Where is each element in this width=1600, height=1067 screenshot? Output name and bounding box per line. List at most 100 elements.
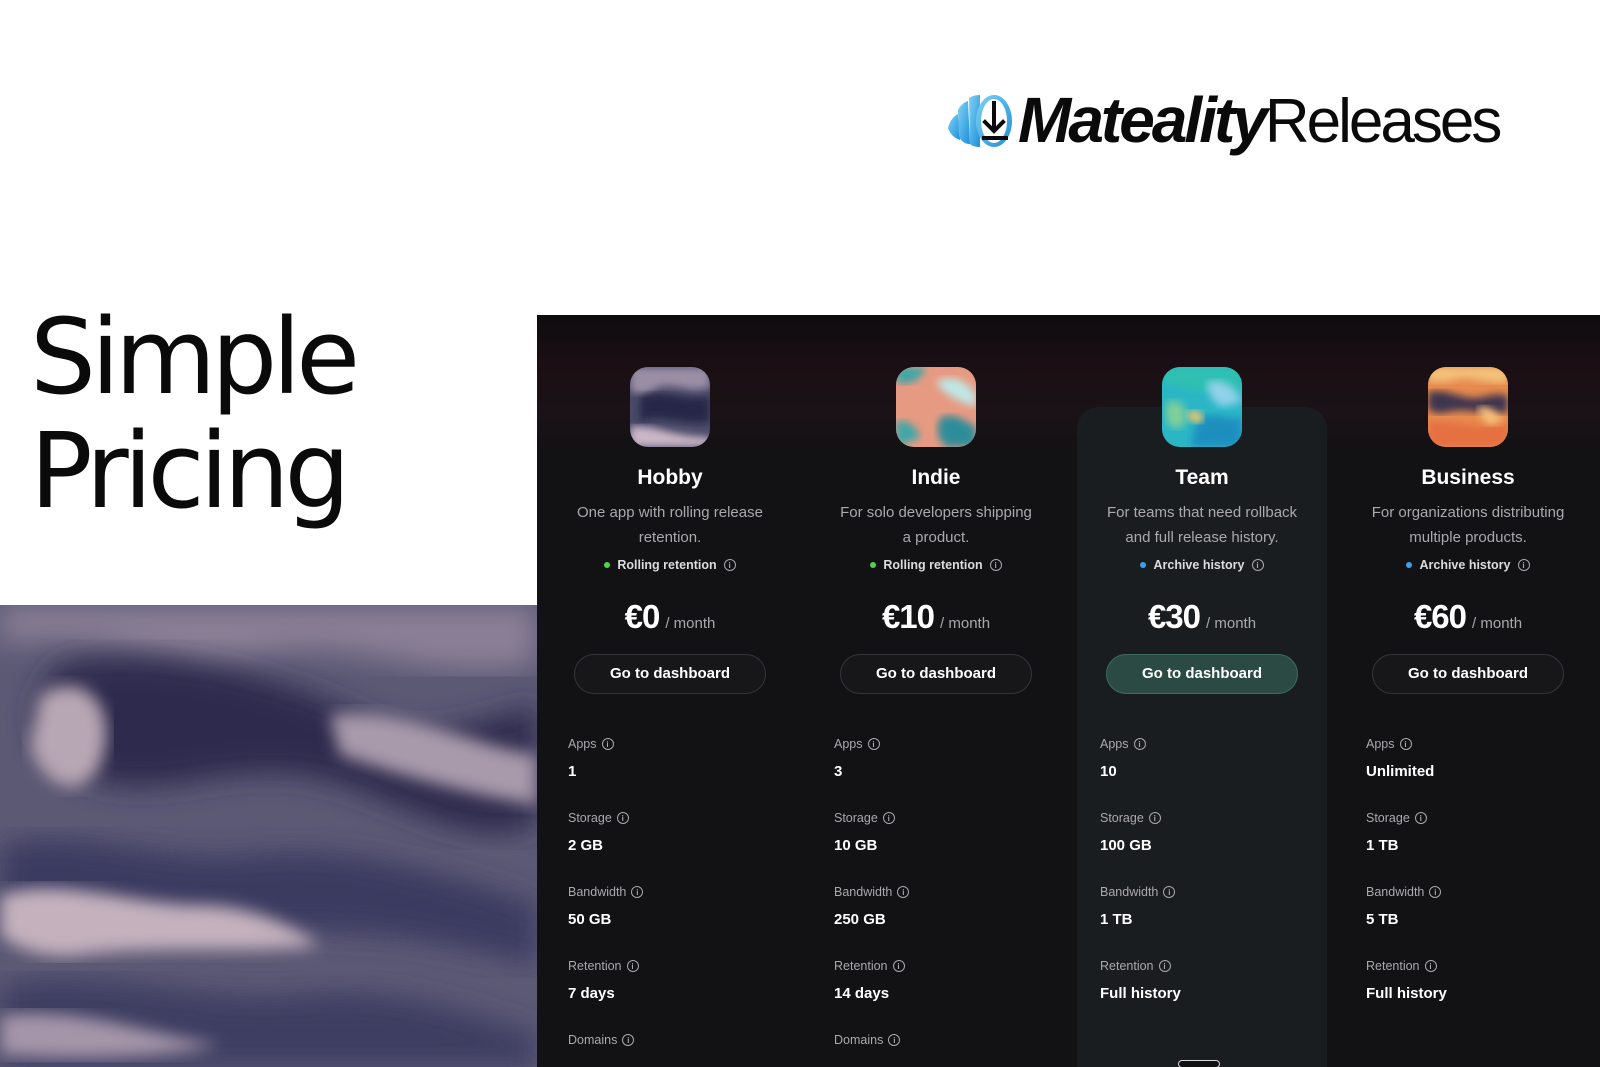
feature-label: Bandwidth: [1366, 885, 1425, 899]
info-icon[interactable]: i: [1414, 812, 1427, 824]
info-icon[interactable]: i: [631, 886, 644, 898]
plan-name: Team: [1175, 466, 1229, 489]
feature-value: 1 TB: [1100, 911, 1133, 928]
info-icon[interactable]: i: [1429, 886, 1442, 898]
plan-description: One app with rolling release retention.: [577, 504, 763, 546]
info-icon[interactable]: i: [882, 812, 895, 824]
plan-card-team: Team For teams that need rollback and fu…: [1069, 315, 1335, 1067]
feature-value: Full history: [1366, 985, 1447, 1002]
feature-apps: Apps i 10: [1100, 736, 1335, 782]
info-icon[interactable]: i: [1148, 812, 1161, 824]
feature-label: Bandwidth: [568, 885, 627, 899]
feature-domains: Domains i: [834, 1032, 1069, 1048]
info-icon[interactable]: i: [1163, 886, 1176, 898]
feature-label: Apps: [568, 737, 597, 751]
plan-name: Indie: [911, 466, 961, 489]
info-icon[interactable]: i: [1399, 738, 1412, 750]
go-to-dashboard-button[interactable]: Go to dashboard: [840, 654, 1032, 694]
business-plan-icon: [1428, 367, 1508, 447]
feature-label: Apps: [1100, 737, 1129, 751]
feature-retention: Retention i 7 days: [568, 958, 803, 1004]
feature-value: 250 GB: [834, 911, 886, 928]
feature-label: Bandwidth: [834, 885, 893, 899]
price-period: / month: [665, 615, 716, 632]
page-headline: Simple Pricing: [30, 300, 470, 528]
badge-label: Rolling retention: [883, 558, 983, 572]
feature-value: 5 TB: [1366, 911, 1399, 928]
plan-price: €10: [881, 598, 935, 635]
info-icon[interactable]: i: [989, 559, 1002, 571]
info-icon[interactable]: i: [1424, 960, 1437, 972]
feature-list: Apps i 3 Storage i 10 GB Bandwidth i 250 GB…: [834, 736, 1069, 1048]
pricing-panel: Hobby One app with rolling release reten…: [537, 315, 1600, 1067]
headline-line-1: Simple: [30, 296, 360, 418]
brand-name-bold: Mateality: [1018, 84, 1268, 156]
feature-retention: Retention i Full history: [1100, 958, 1335, 1004]
go-to-dashboard-button[interactable]: Go to dashboard: [574, 654, 766, 694]
info-icon[interactable]: i: [897, 886, 910, 898]
feature-list: Apps i 10 Storage i 100 GB Bandwidth i 1 TB…: [1100, 736, 1335, 1004]
feature-bandwidth: Bandwidth i 50 GB: [568, 884, 803, 930]
price-period: / month: [1206, 615, 1257, 632]
feature-value: 14 days: [834, 985, 890, 1002]
price-row: €0 / month: [537, 598, 803, 636]
info-icon[interactable]: i: [626, 960, 639, 972]
feature-value: 10 GB: [834, 837, 878, 854]
feature-value: 7 days: [568, 985, 615, 1002]
feature-value: Full history: [1100, 985, 1181, 1002]
feature-retention: Retention i 14 days: [834, 958, 1069, 1004]
info-icon[interactable]: i: [616, 812, 629, 824]
feature-label: Retention: [1366, 959, 1420, 973]
feature-value: 50 GB: [568, 911, 612, 928]
feature-bandwidth: Bandwidth i 1 TB: [1100, 884, 1335, 930]
feature-domains: Domains i: [568, 1032, 803, 1048]
feature-bandwidth: Bandwidth i 250 GB: [834, 884, 1069, 930]
plan-badge: Archive history i: [1069, 558, 1335, 572]
brand-wordmark: Mateality Releases: [1018, 83, 1502, 157]
price-period: / month: [940, 615, 991, 632]
plan-price: €30: [1147, 598, 1201, 635]
feature-value: 3: [834, 763, 843, 780]
feature-apps: Apps i Unlimited: [1366, 736, 1600, 782]
feature-label: Storage: [834, 811, 878, 825]
info-icon[interactable]: i: [892, 960, 905, 972]
headline-line-2: Pricing: [30, 410, 351, 532]
feature-list: Apps i 1 Storage i 2 GB Bandwidth i 50 GB R…: [568, 736, 803, 1048]
plan-description: For solo developers shipping a product.: [840, 504, 1032, 546]
info-icon[interactable]: i: [888, 1034, 901, 1046]
brand-name-light: Releases: [1264, 87, 1502, 156]
info-icon[interactable]: i: [1251, 559, 1264, 571]
feature-label: Storage: [1100, 811, 1144, 825]
scroll-indicator[interactable]: [1178, 1060, 1220, 1067]
status-dot-icon: [1140, 562, 1147, 568]
plan-price: €60: [1413, 598, 1467, 635]
info-icon[interactable]: i: [1133, 738, 1146, 750]
info-icon[interactable]: i: [723, 559, 736, 571]
info-icon[interactable]: i: [1517, 559, 1530, 571]
price-row: €30 / month: [1069, 598, 1335, 636]
plan-badge: Archive history i: [1335, 558, 1600, 572]
feature-storage: Storage i 100 GB: [1100, 810, 1335, 856]
status-dot-icon: [604, 562, 611, 568]
feature-storage: Storage i 1 TB: [1366, 810, 1600, 856]
feature-label: Storage: [568, 811, 612, 825]
feature-apps: Apps i 1: [568, 736, 803, 782]
info-icon[interactable]: i: [622, 1034, 635, 1046]
plan-description: For teams that need rollback and full re…: [1106, 504, 1298, 546]
info-icon[interactable]: i: [867, 738, 880, 750]
plan-badge: Rolling retention i: [803, 558, 1069, 572]
go-to-dashboard-button[interactable]: Go to dashboard: [1372, 654, 1564, 694]
go-to-dashboard-button[interactable]: Go to dashboard: [1106, 654, 1298, 694]
status-dot-icon: [870, 562, 877, 568]
badge-label: Rolling retention: [617, 558, 717, 572]
info-icon[interactable]: i: [1158, 960, 1171, 972]
feature-value: 1: [568, 763, 577, 780]
indie-plan-icon: [896, 367, 976, 447]
plan-card-business: Business For organizations distributing …: [1335, 315, 1600, 1067]
feature-label: Retention: [568, 959, 622, 973]
feature-label: Retention: [1100, 959, 1154, 973]
feature-retention: Retention i Full history: [1366, 958, 1600, 1004]
feature-value: 10: [1100, 763, 1117, 780]
info-icon[interactable]: i: [601, 738, 614, 750]
feature-label: Retention: [834, 959, 888, 973]
